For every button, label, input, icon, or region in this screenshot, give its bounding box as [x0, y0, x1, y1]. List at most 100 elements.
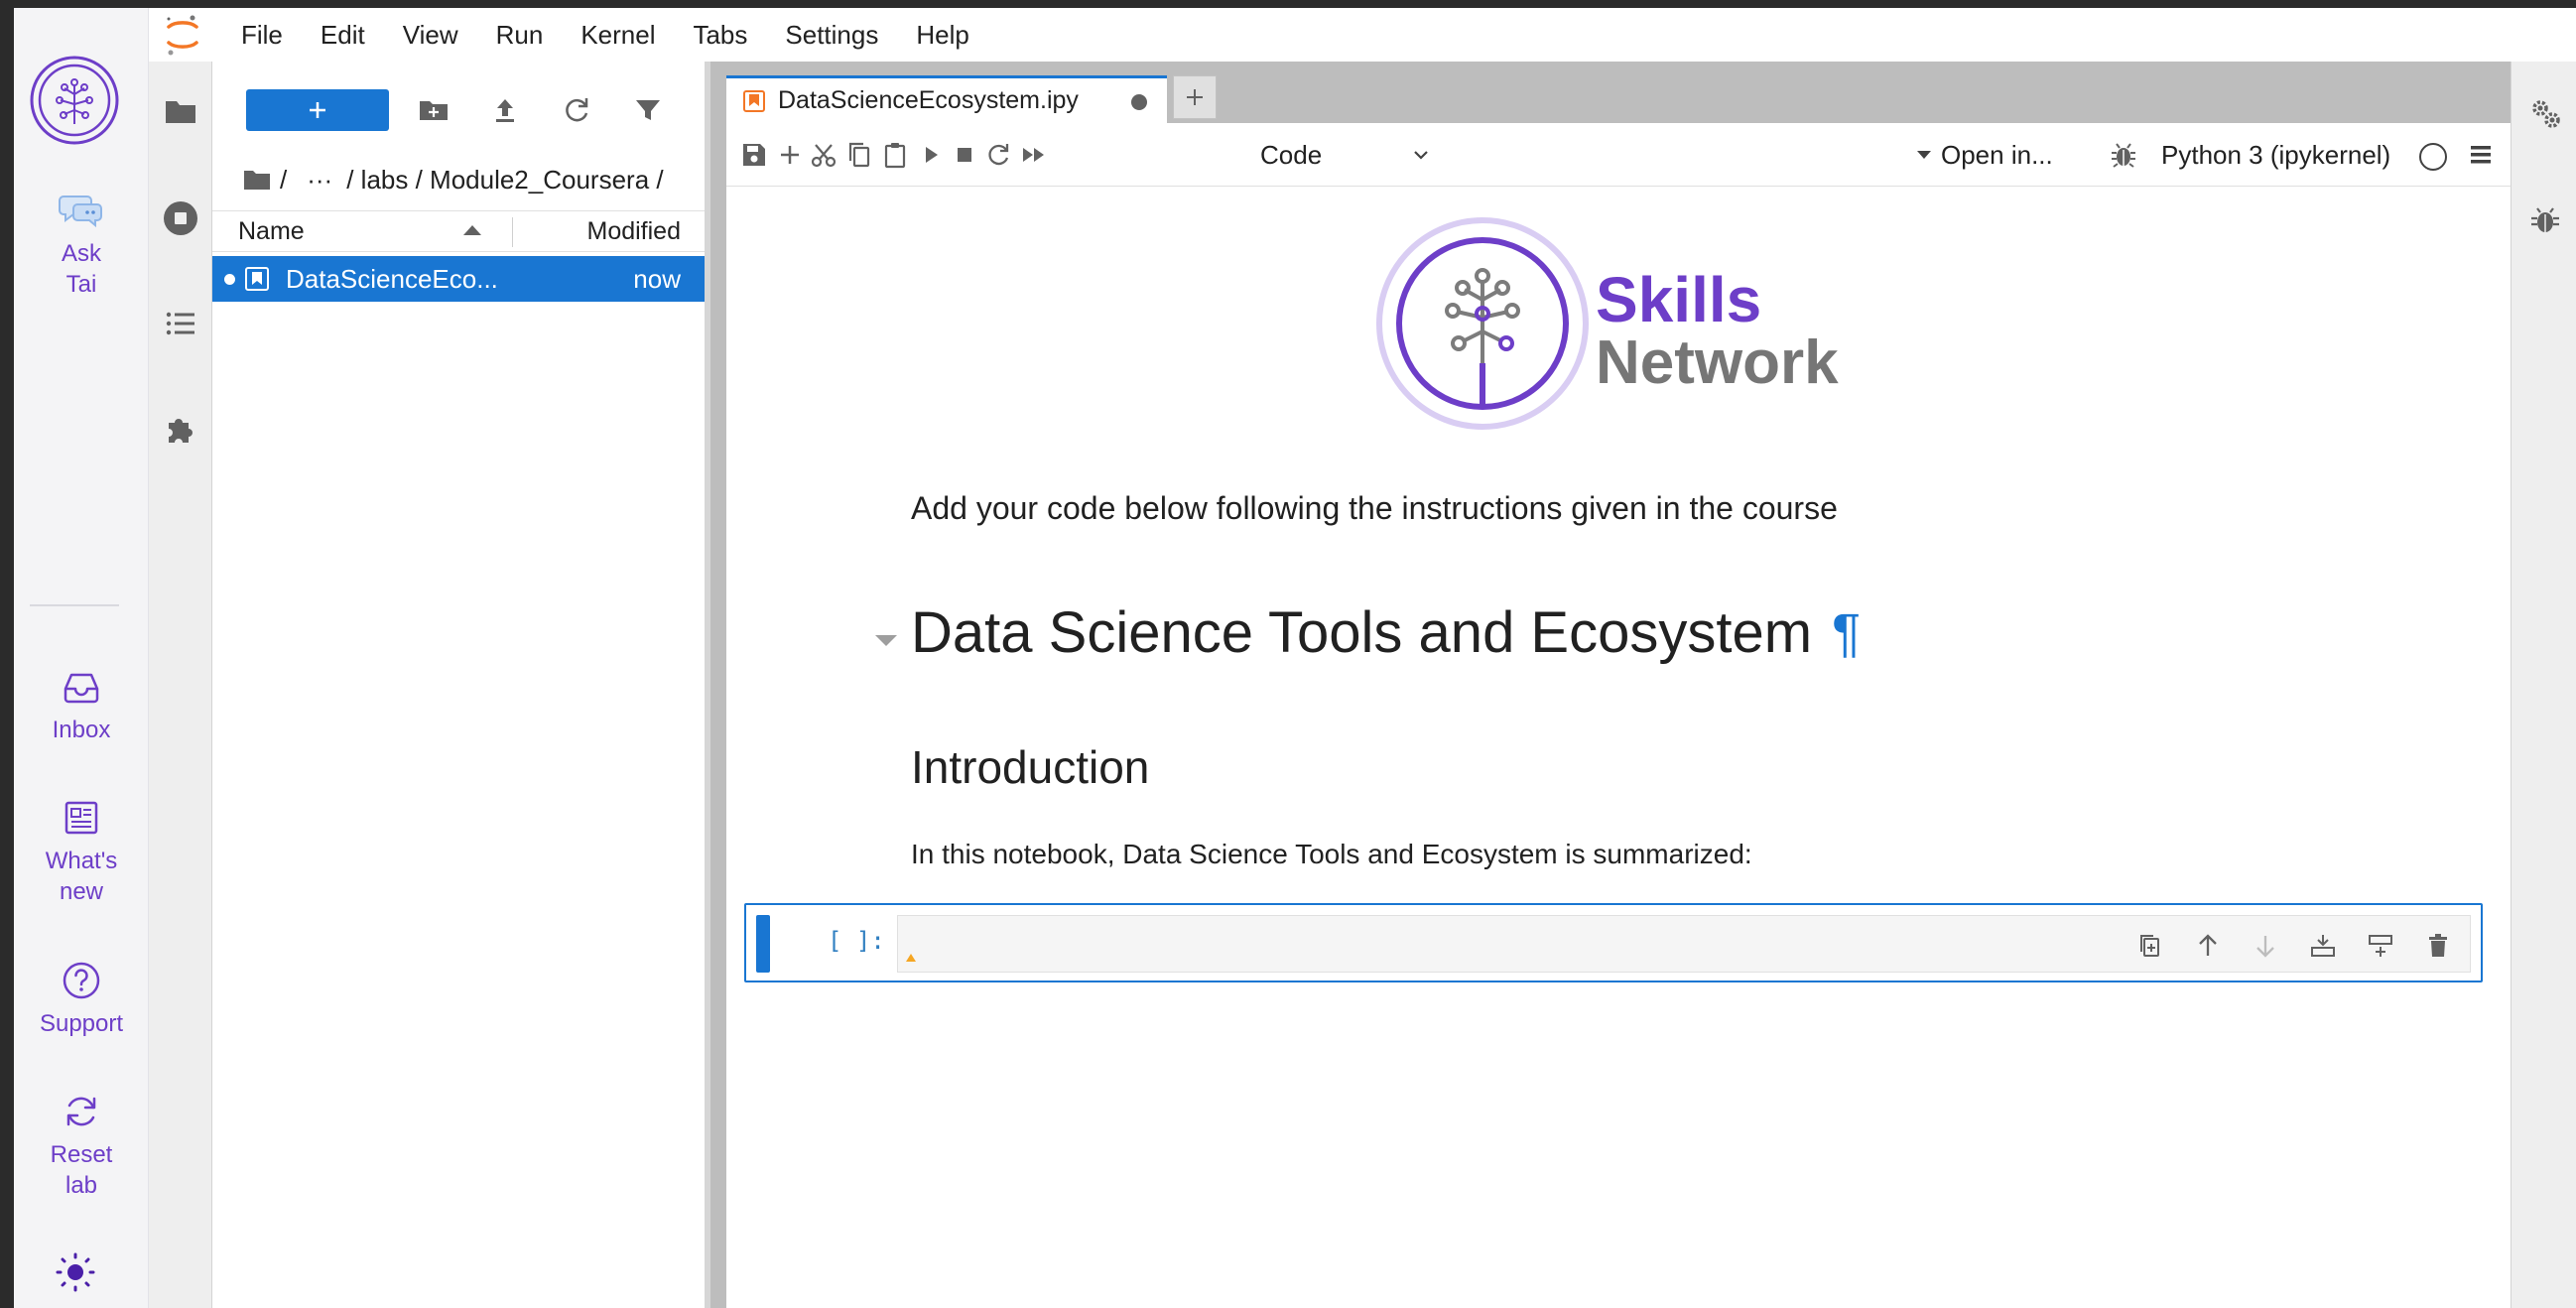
help-circle-icon [63, 962, 100, 999]
ask-tai-label: Ask Tai [61, 240, 101, 298]
cut-scissors-icon[interactable] [808, 139, 839, 171]
fast-forward-icon[interactable] [1018, 139, 1050, 171]
move-down-arrow-icon[interactable] [2250, 930, 2281, 962]
tab-bar: DataScienceEcosystem.ipy [710, 62, 2511, 123]
theme-sun-icon[interactable] [54, 1250, 97, 1294]
menu-kernel[interactable]: Kernel [562, 20, 674, 51]
cell-type-value: Code [1260, 139, 1323, 170]
run-play-icon[interactable] [915, 139, 947, 171]
anchor-link-icon[interactable]: ¶ [1832, 602, 1861, 664]
property-inspector-gears-icon[interactable] [2527, 95, 2563, 131]
delete-trash-icon[interactable] [2422, 930, 2454, 962]
heading-1-text: Data Science Tools and Ecosystem [911, 600, 1813, 665]
folder-icon[interactable] [161, 91, 200, 131]
running-stop-icon[interactable] [161, 198, 200, 238]
new-launcher-button[interactable] [246, 89, 389, 131]
move-up-arrow-icon[interactable] [2192, 930, 2224, 962]
insert-cell-plus-icon[interactable] [774, 139, 806, 171]
menu-help[interactable]: Help [897, 20, 987, 51]
ask-tai-button[interactable]: Ask Tai [14, 187, 149, 300]
copy-icon[interactable] [843, 139, 875, 171]
caret-down-icon [1917, 151, 1931, 159]
whats-new-button[interactable]: What's new [14, 794, 149, 907]
input-prompt: [ ]: [828, 927, 885, 955]
debugger-bug-icon[interactable] [2108, 139, 2139, 171]
reset-lab-button[interactable]: Reset lab [14, 1088, 149, 1201]
file-modified: now [633, 263, 681, 294]
stop-icon[interactable] [949, 139, 980, 171]
notebook-heading-1: Data Science Tools and Ecosystem ¶ [911, 599, 1861, 666]
insert-above-icon[interactable] [2307, 930, 2339, 962]
tab-notebook[interactable]: DataScienceEcosystem.ipy [726, 75, 1167, 123]
menu-view[interactable]: View [384, 20, 477, 51]
instruction-text: Add your code below following the instru… [911, 490, 1838, 526]
save-icon[interactable] [738, 139, 770, 171]
open-in-button[interactable]: Open in... [1917, 137, 2053, 173]
insert-below-icon[interactable] [2365, 930, 2396, 962]
support-button[interactable]: Support [14, 957, 149, 1039]
menu-lines-icon[interactable] [2465, 139, 2497, 171]
intro-paragraph: In this notebook, Data Science Tools and… [911, 839, 1752, 869]
collapse-heading-caret-icon[interactable] [875, 635, 897, 646]
debugger-bug-icon[interactable] [2527, 202, 2563, 238]
breadcrumb: / ··· / labs / Module2_Coursera / [242, 157, 672, 202]
file-list-header: Name Modified [212, 210, 705, 252]
tab-title: DataScienceEcosystem.ipy [778, 86, 1079, 114]
kernel-name: Python 3 (ipykernel) [2161, 139, 2391, 170]
chevron-down-icon [1414, 151, 1428, 160]
menu-run[interactable]: Run [477, 20, 563, 51]
plus-icon [1187, 89, 1203, 105]
window-top-strip [0, 0, 2576, 8]
table-of-contents-icon[interactable] [161, 304, 200, 343]
file-browser: / ··· / labs / Module2_Coursera / Name M… [212, 62, 710, 1308]
warning-marker-icon [906, 954, 916, 962]
plus-icon [310, 102, 325, 118]
rail-edge [0, 8, 14, 1308]
file-row[interactable]: DataScienceEco... now [212, 256, 705, 302]
column-divider[interactable] [512, 217, 513, 247]
breadcrumb-root[interactable]: / [280, 165, 287, 196]
cell-type-select[interactable]: Code [1260, 137, 1439, 173]
restart-icon[interactable] [982, 139, 1014, 171]
refresh-icon[interactable] [560, 93, 593, 127]
file-name: DataScienceEco... [286, 263, 498, 294]
kernel-name-button[interactable]: Python 3 (ipykernel) [2161, 137, 2390, 173]
unsaved-dot-icon[interactable] [1131, 94, 1147, 110]
inbox-icon [64, 673, 99, 704]
code-editor[interactable] [897, 915, 2471, 973]
sort-ascending-icon[interactable] [463, 225, 481, 235]
column-name[interactable]: Name [238, 217, 305, 246]
breadcrumb-ellipsis[interactable]: ··· [307, 165, 332, 196]
kernel-idle-status-icon [2419, 143, 2447, 171]
inbox-button[interactable]: Inbox [14, 663, 149, 745]
logo-word-network: Network [1596, 328, 1839, 397]
cell-collapser[interactable] [756, 915, 770, 973]
right-activity-bar [2511, 62, 2576, 1308]
running-indicator [224, 274, 235, 285]
skills-network-logo-icon[interactable] [29, 55, 120, 146]
notebook-content: Skills Network Add your code below follo… [726, 187, 2511, 1308]
notebook-toolbar: Code Open in... Python 3 (ipykernel) [726, 123, 2511, 187]
new-tab-button[interactable] [1173, 75, 1217, 119]
upload-icon[interactable] [488, 93, 522, 127]
jupyter-logo-icon [167, 15, 198, 56]
column-modified[interactable]: Modified [587, 217, 682, 246]
breadcrumb-folder-icon[interactable] [242, 167, 272, 193]
paste-clipboard-icon[interactable] [879, 139, 911, 171]
menu-settings[interactable]: Settings [766, 20, 897, 51]
reset-lab-label: Reset lab [50, 1141, 113, 1199]
filter-icon[interactable] [631, 93, 665, 127]
code-cell[interactable]: [ ]: [744, 903, 2483, 982]
menu-tabs[interactable]: Tabs [674, 20, 766, 51]
breadcrumb-path[interactable]: / labs / Module2_Coursera / [346, 165, 663, 196]
new-folder-icon[interactable] [417, 93, 451, 127]
extension-puzzle-icon[interactable] [161, 409, 200, 449]
menu-edit[interactable]: Edit [302, 20, 384, 51]
skills-network-banner-logo: Skills Network [1376, 217, 1839, 430]
main-dock: DataScienceEcosystem.ipy Code Open in...… [710, 62, 2511, 1308]
whats-new-label: What's new [45, 848, 118, 905]
notebook-heading-2: Introduction [911, 741, 1150, 793]
left-activity-bar [149, 62, 212, 1308]
duplicate-cell-icon[interactable] [2134, 930, 2166, 962]
menu-file[interactable]: File [222, 20, 302, 51]
